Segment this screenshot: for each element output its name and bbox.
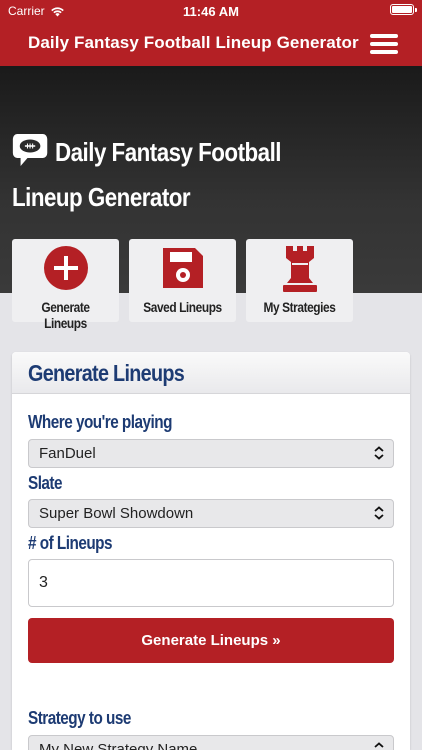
slate-label: Slate [28, 473, 63, 493]
lineups-count-input[interactable]: 3 [28, 559, 394, 607]
quick-actions: Generate Lineups Saved Lineups My Strate… [12, 239, 353, 331]
tile-label: My Strategies [263, 299, 336, 315]
clock: 11:46 AM [183, 4, 239, 19]
generate-lineups-tile[interactable]: Generate Lineups [12, 239, 119, 331]
generate-lineups-panel: Generate Lineups Where you're playing Fa… [12, 352, 410, 750]
nav-bar: Daily Fantasy Football Lineup Generator [0, 22, 422, 66]
status-bar: Carrier 11:46 AM [0, 0, 422, 22]
panel-header: Generate Lineups [12, 352, 410, 394]
strategy-label: Strategy to use [28, 708, 131, 728]
tile-label: Generate Lineups [41, 299, 90, 331]
where-select[interactable]: FanDuel [28, 439, 394, 468]
nav-title: Daily Fantasy Football Lineup Generator [28, 33, 359, 52]
battery-icon [390, 4, 417, 15]
hamburger-menu-icon[interactable] [370, 34, 398, 54]
panel-title: Generate Lineups [28, 360, 185, 386]
where-value: FanDuel [39, 445, 96, 462]
floppy-disk-icon [162, 248, 203, 288]
chess-rook-icon [282, 246, 317, 292]
strategy-value: My New Strategy Name [39, 741, 198, 750]
where-label: Where you're playing [28, 412, 172, 432]
slate-select[interactable]: Super Bowl Showdown [28, 499, 394, 528]
lineups-count-value: 3 [39, 574, 48, 591]
football-chat-icon [12, 134, 48, 167]
my-strategies-tile[interactable]: My Strategies [246, 239, 353, 322]
select-chevron-icon [374, 742, 384, 748]
hero-title-block: Daily Fantasy Football Lineup Generator [12, 130, 339, 220]
tile-label: Saved Lineups [143, 299, 222, 315]
hero-title: Daily Fantasy Football Lineup Generator [12, 137, 281, 212]
select-chevron-icon [374, 506, 384, 520]
generate-lineups-button[interactable]: Generate Lineups » [28, 618, 394, 663]
strategy-select[interactable]: My New Strategy Name [28, 735, 394, 750]
saved-lineups-tile[interactable]: Saved Lineups [129, 239, 236, 322]
plus-circle-icon [43, 246, 88, 290]
select-chevron-icon [374, 446, 384, 460]
lineups-label: # of Lineups [28, 533, 112, 553]
slate-value: Super Bowl Showdown [39, 505, 194, 522]
